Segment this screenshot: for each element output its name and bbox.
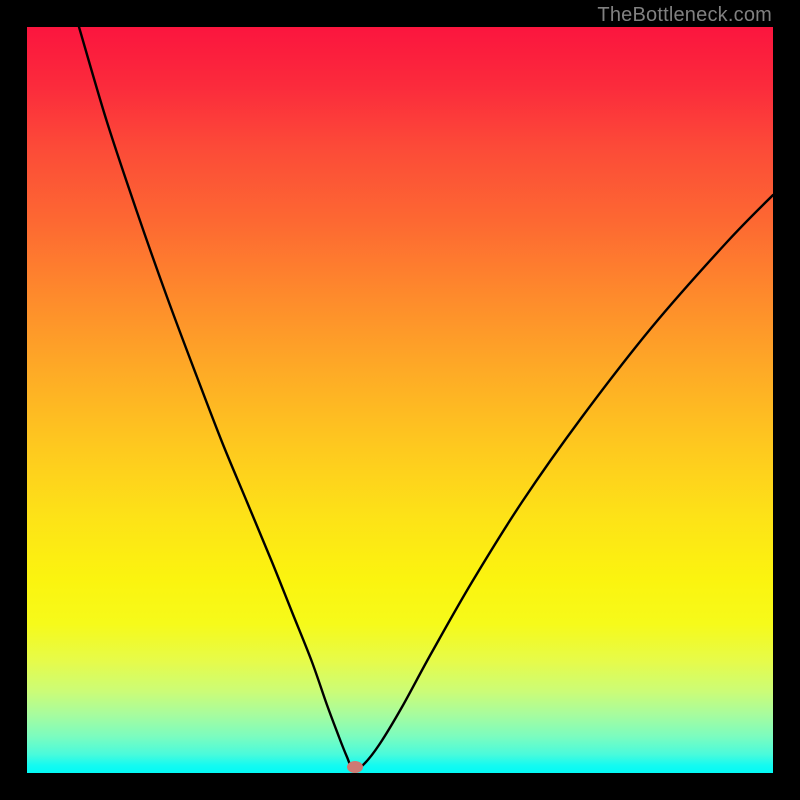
curve-svg [27,27,773,773]
min-marker [347,761,363,773]
bottleneck-curve [79,27,773,769]
plot-area [27,27,773,773]
watermark-text: TheBottleneck.com [597,4,772,27]
chart-stage: TheBottleneck.com [0,0,800,800]
